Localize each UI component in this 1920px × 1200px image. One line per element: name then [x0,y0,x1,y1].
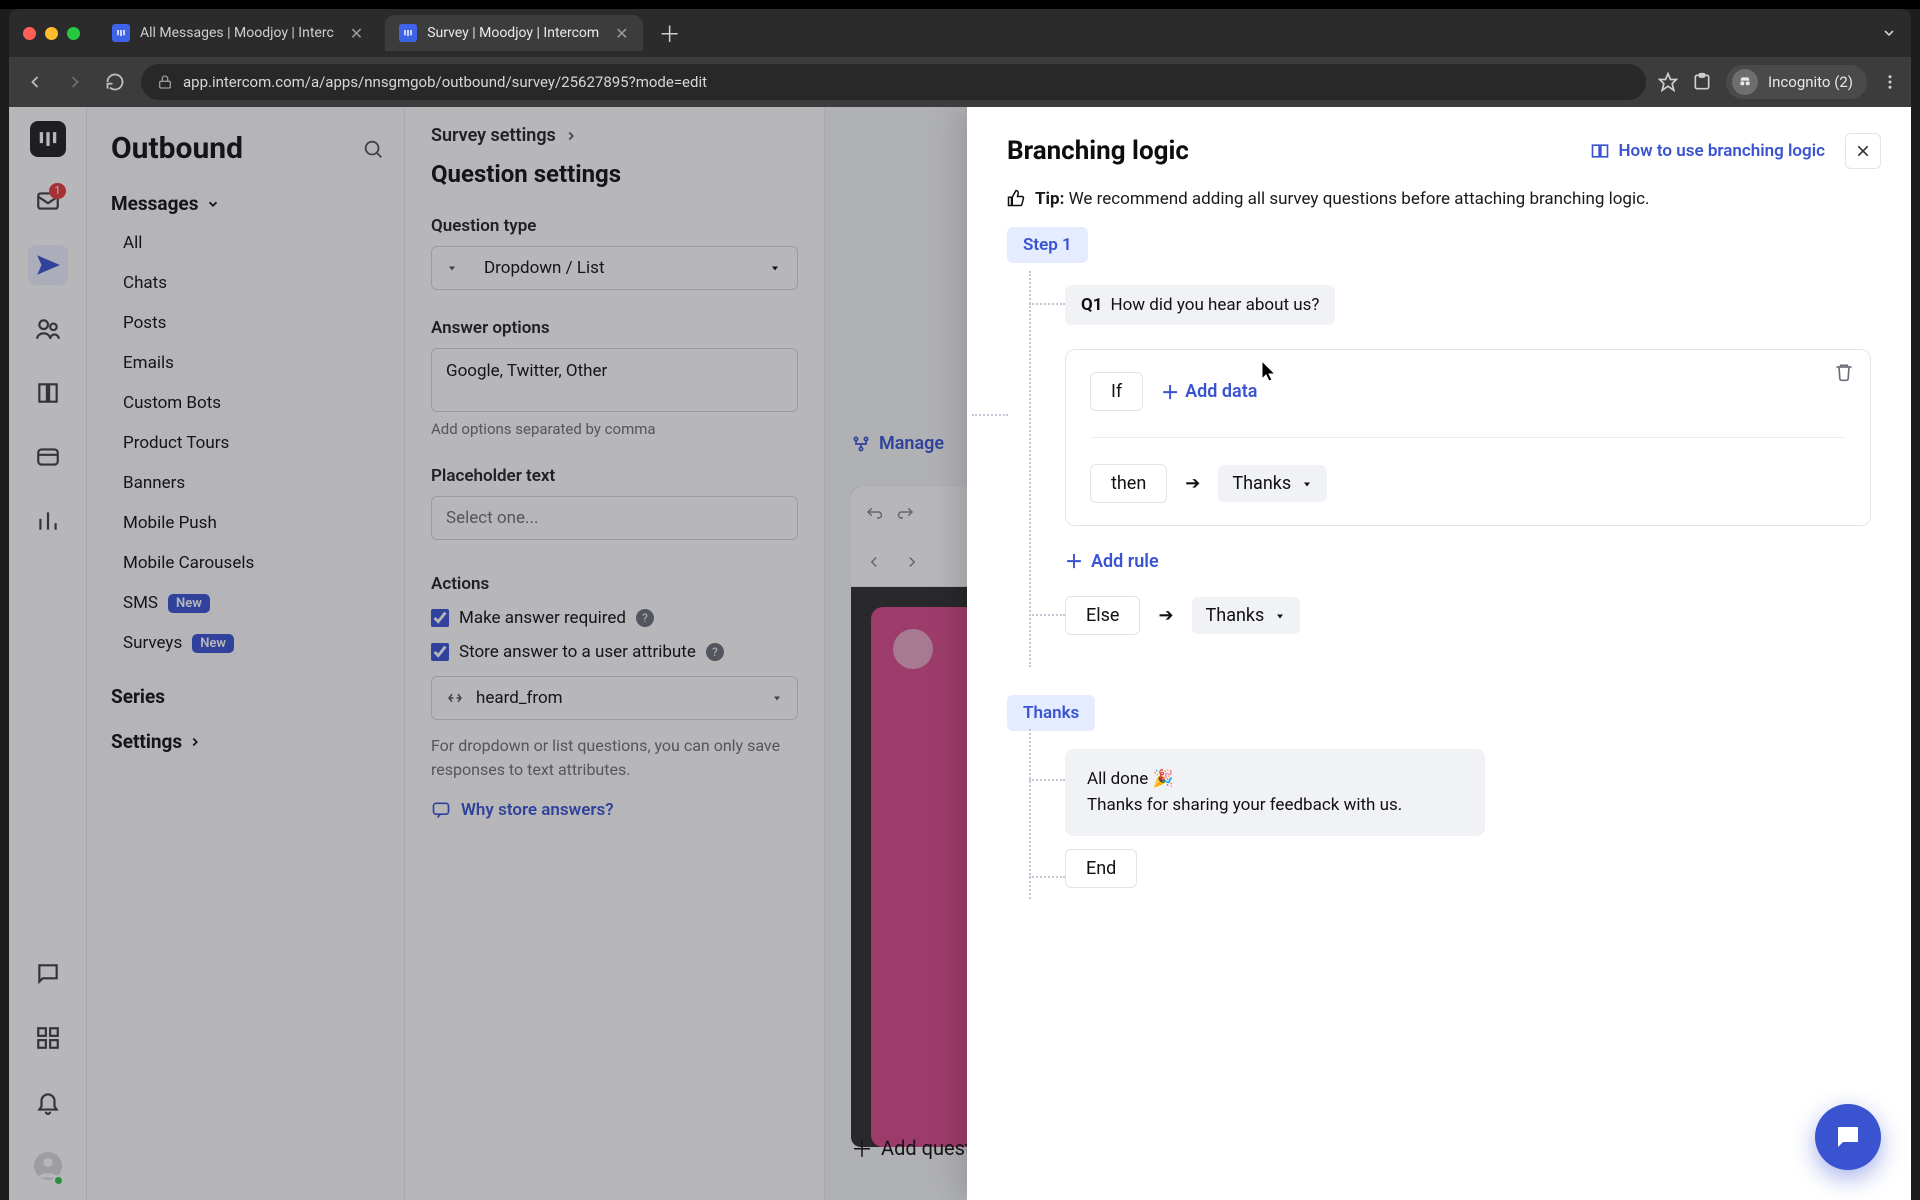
arrow-right-icon: ➔ [1185,473,1200,494]
close-icon[interactable]: ✕ [350,24,363,43]
step-chip-1[interactable]: Step 1 [1007,227,1088,263]
browser-tab-1[interactable]: Survey | Moodjoy | Intercom ✕ [385,15,642,51]
then-tag: then [1090,464,1167,503]
intercom-favicon [112,24,130,42]
tip-row: Tip: We recommend adding all survey ques… [967,177,1911,209]
question-text: How did you hear about us? [1110,295,1319,315]
address-bar[interactable]: app.intercom.com/a/apps/nnsgmgob/outboun… [141,64,1646,100]
extensions-icon[interactable] [1692,72,1712,92]
browser-tab-0-label: All Messages | Moodjoy | Interc [140,25,334,41]
intercom-launcher[interactable] [1815,1104,1881,1170]
add-data-button[interactable]: ＋ Add data [1161,379,1257,405]
intercom-favicon [399,24,417,42]
close-icon[interactable]: ✕ [615,24,628,43]
add-rule-button[interactable]: ＋ Add rule [1065,548,1871,574]
completion-message: All done 🎉 Thanks for sharing your feedb… [1065,749,1485,836]
else-target-select[interactable]: Thanks [1192,597,1301,634]
delete-rule-button[interactable] [1834,362,1854,382]
if-tag: If [1090,372,1143,411]
back-button[interactable] [21,68,49,96]
kebab-menu-icon[interactable] [1881,73,1899,91]
help-link[interactable]: How to use branching logic [1590,141,1825,161]
close-button[interactable] [1845,133,1881,169]
new-tab-button[interactable]: ＋ [651,17,689,49]
arrow-right-icon: ➔ [1158,605,1173,626]
browser-tab-strip: All Messages | Moodjoy | Interc ✕ Survey… [9,9,1911,57]
end-tag: End [1065,849,1137,888]
browser-toolbar: app.intercom.com/a/apps/nnsgmgob/outboun… [9,57,1911,107]
step-chip-thanks[interactable]: Thanks [1007,695,1095,731]
lock-icon [157,74,173,90]
plus-icon: ＋ [1065,548,1083,574]
else-row: Else ➔ Thanks [1065,596,1871,635]
browser-tab-0[interactable]: All Messages | Moodjoy | Interc ✕ [98,15,377,51]
incognito-icon [1732,69,1758,95]
panel-title: Branching logic [1007,136,1189,166]
incognito-indicator[interactable]: Incognito (2) [1726,65,1867,99]
else-tag: Else [1065,596,1140,635]
browser-tab-1-label: Survey | Moodjoy | Intercom [427,25,599,41]
forward-button[interactable] [61,68,89,96]
question-number: Q1 [1081,295,1102,315]
reload-button[interactable] [101,68,129,96]
then-target-select[interactable]: Thanks [1218,465,1327,502]
thumbs-up-icon [1007,189,1025,207]
question-node: Q1 How did you hear about us? [1065,285,1871,325]
book-icon [1590,141,1610,161]
plus-icon: ＋ [1161,379,1179,405]
url-text: app.intercom.com/a/apps/nnsgmgob/outboun… [183,73,707,91]
branching-logic-panel: Branching logic How to use branching log… [967,107,1911,1200]
star-icon[interactable] [1658,72,1678,92]
incognito-label: Incognito (2) [1768,73,1853,91]
tabs-overflow-icon[interactable] [1875,25,1903,41]
rule-card: If ＋ Add data then ➔ Thanks [1065,349,1871,526]
window-traffic-lights[interactable] [23,27,80,40]
